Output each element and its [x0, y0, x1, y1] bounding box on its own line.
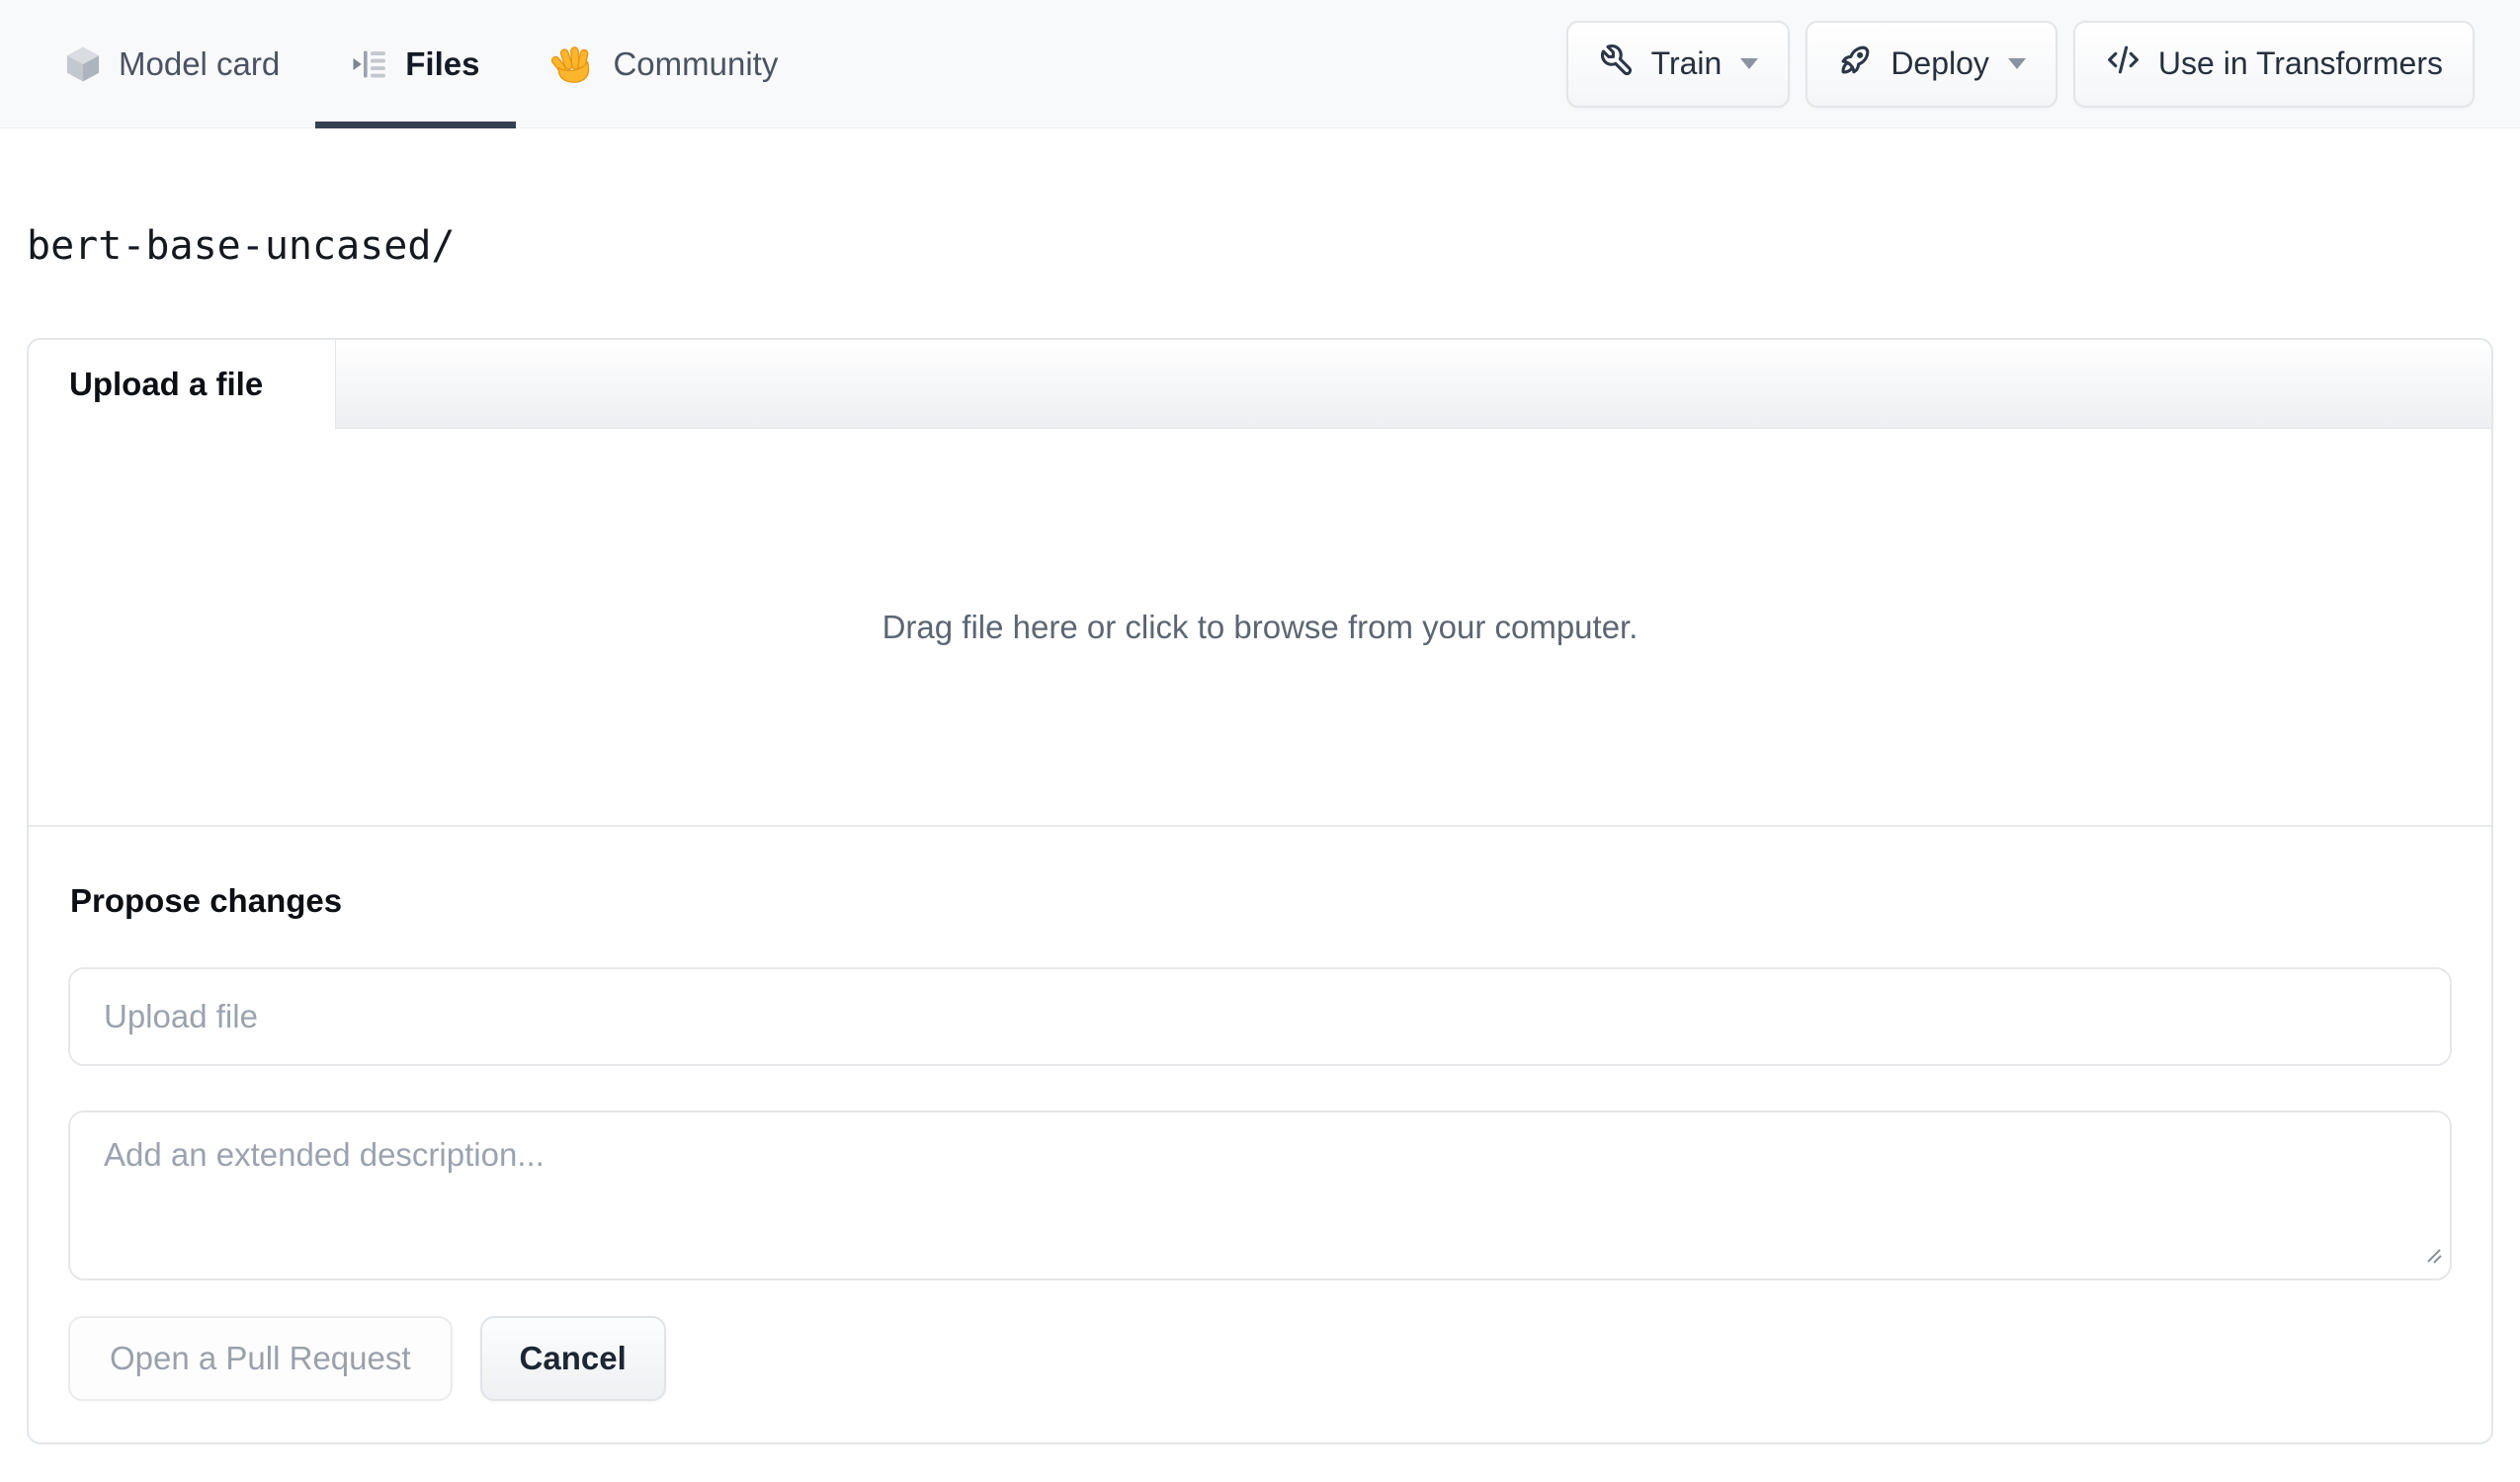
button-label: Use in Transformers	[2157, 45, 2443, 81]
repo-tabs: Model card Files Community	[65, 0, 778, 128]
file-dropzone[interactable]: Drag file here or click to browse from y…	[29, 429, 2491, 827]
cube-icon	[65, 45, 101, 83]
open-pull-request-button[interactable]: Open a Pull Request	[68, 1316, 453, 1401]
tab-label: Files	[405, 44, 480, 82]
repo-tab-bar: Model card Files Community Train Deploy …	[0, 0, 2520, 128]
code-icon	[2105, 41, 2142, 86]
upload-panel-tabbar: Upload a file	[29, 340, 2491, 429]
propose-changes-heading: Propose changes	[70, 882, 343, 919]
use-in-transformers-button[interactable]: Use in Transformers	[2072, 20, 2475, 108]
train-button[interactable]: Train	[1565, 20, 1791, 108]
chevron-down-icon	[1740, 58, 1759, 69]
cancel-button[interactable]: Cancel	[479, 1316, 666, 1401]
tab-upload-a-file[interactable]: Upload a file	[29, 340, 336, 429]
textarea-resize-handle[interactable]	[2424, 1246, 2444, 1271]
button-label: Train	[1650, 45, 1722, 81]
breadcrumb: bert-base-uncased/	[27, 223, 2493, 269]
upload-panel: Upload a file Drag file here or click to…	[27, 338, 2493, 1444]
tab-label: Community	[613, 44, 779, 82]
breadcrumb-repo-path[interactable]: bert-base-uncased/	[27, 223, 455, 269]
button-label: Deploy	[1890, 45, 1989, 81]
deploy-button[interactable]: Deploy	[1806, 20, 2058, 108]
description-textarea-wrap	[68, 1111, 2452, 1280]
wrench-icon	[1598, 41, 1635, 86]
tab-community[interactable]: Community	[551, 0, 778, 127]
propose-changes-section: Propose changes Open a Pull Request Canc…	[29, 827, 2491, 1442]
chevron-down-icon	[2007, 58, 2026, 69]
tab-label: Upload a file	[69, 366, 264, 402]
file-list-icon	[352, 46, 387, 82]
upload-file-input[interactable]	[68, 967, 2452, 1066]
tab-model-card[interactable]: Model card	[65, 0, 280, 127]
waving-hand-icon	[551, 42, 595, 86]
tabbar-filler	[336, 340, 2491, 429]
tab-label: Model card	[119, 44, 281, 82]
form-actions: Open a Pull Request Cancel	[68, 1316, 2452, 1401]
tab-files[interactable]: Files	[315, 0, 517, 128]
dropzone-text: Drag file here or click to browse from y…	[882, 608, 1638, 645]
repo-action-buttons: Train Deploy Use in Transformers	[1565, 0, 2475, 127]
rocket-icon	[1837, 41, 1874, 86]
extended-description-textarea[interactable]	[68, 1111, 2452, 1280]
